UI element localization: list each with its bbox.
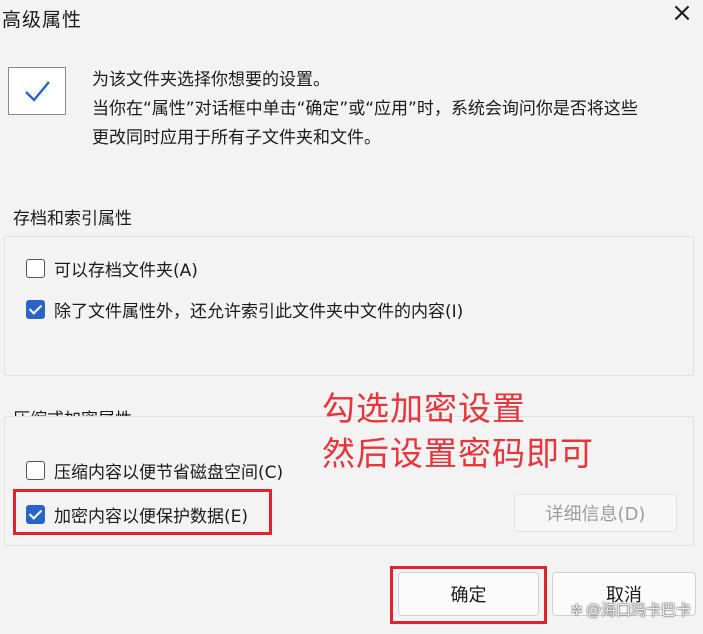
intro-line-1: 为该文件夹选择你想要的设置。	[92, 70, 330, 90]
encrypt-label: 加密内容以便保护数据(E)	[54, 507, 249, 527]
index-contents-checkbox[interactable]	[26, 300, 45, 319]
compress-label: 压缩内容以便节省磁盘空间(C)	[54, 463, 284, 483]
archive-folder-checkbox[interactable]	[26, 259, 45, 278]
details-button[interactable]: 详细信息(D)	[514, 494, 677, 532]
encrypt-checkbox[interactable]	[26, 505, 45, 524]
ok-button[interactable]: 确定	[398, 572, 539, 616]
watermark-text: @海口玛卡巴卡	[585, 601, 691, 619]
dialog-title: 高级属性	[2, 9, 83, 31]
compress-checkbox[interactable]	[26, 461, 45, 480]
compress-option[interactable]: 压缩内容以便节省磁盘空间(C)	[26, 458, 283, 483]
folder-settings-check-icon	[8, 67, 66, 115]
annotation-line-2: 然后设置密码即可	[322, 434, 594, 473]
archive-group-title: 存档和索引属性	[13, 209, 132, 229]
encrypt-option[interactable]: 加密内容以便保护数据(E)	[26, 502, 248, 527]
archive-folder-option[interactable]: 可以存档文件夹(A)	[26, 256, 198, 281]
index-contents-label: 除了文件属性外，还允许索引此文件夹中文件的内容(I)	[54, 302, 464, 322]
annotation-line-1: 勾选加密设置	[322, 389, 526, 428]
aperture-icon: ✲	[570, 600, 583, 619]
archive-folder-label: 可以存档文件夹(A)	[54, 261, 198, 281]
index-contents-option[interactable]: 除了文件属性外，还允许索引此文件夹中文件的内容(I)	[26, 297, 463, 322]
watermark: ✲ @海口玛卡巴卡	[570, 599, 691, 620]
intro-line-3: 更改同时应用于所有子文件夹和文件。	[92, 128, 381, 148]
intro-text: 为该文件夹选择你想要的设置。 当你在“属性”对话框中单击“确定”或“应用”时，系…	[92, 66, 692, 153]
checkmark-icon	[25, 81, 50, 102]
intro-line-2: 当你在“属性”对话框中单击“确定”或“应用”时，系统会询问你是否将这些	[92, 99, 638, 119]
close-icon[interactable]: ×	[669, 0, 695, 26]
